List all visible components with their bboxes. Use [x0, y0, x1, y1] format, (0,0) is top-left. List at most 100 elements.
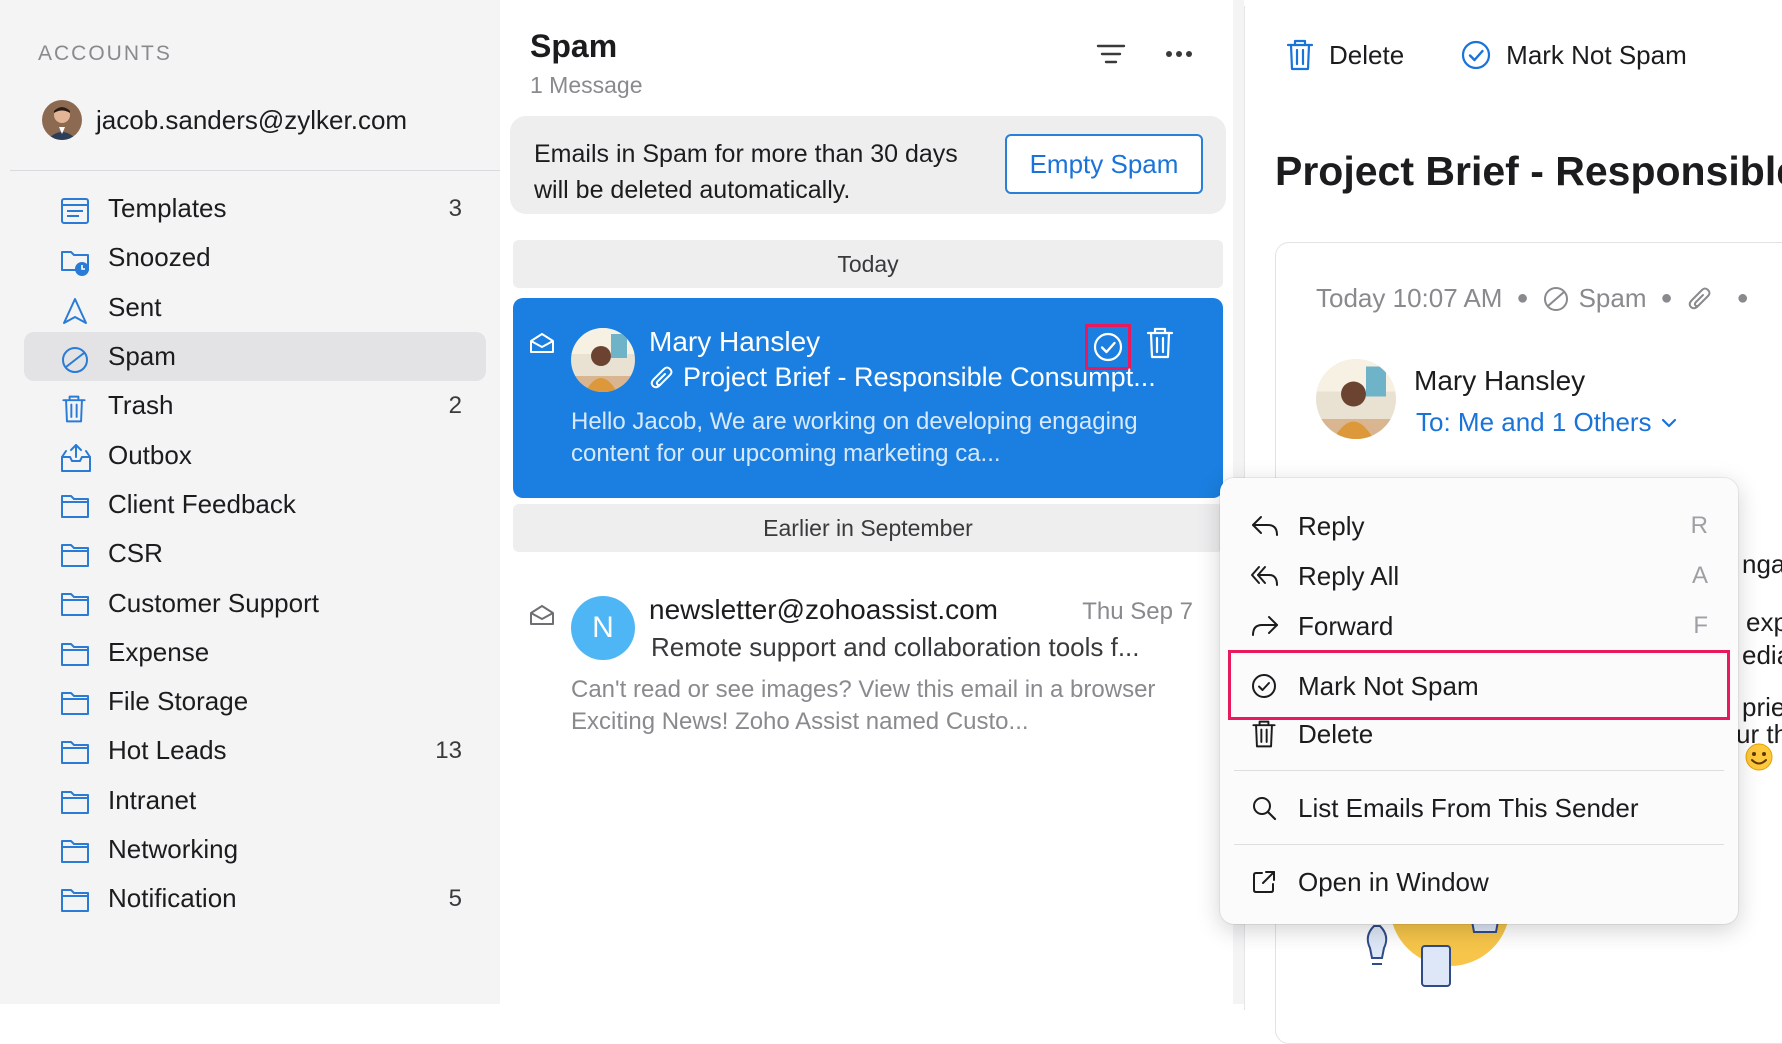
- check-circle-icon: [1460, 39, 1492, 71]
- sidebar-item-outbox[interactable]: Outbox: [24, 430, 486, 479]
- sidebar-item-sent[interactable]: Sent: [24, 283, 486, 332]
- sidebar-item-label: Snoozed: [108, 242, 211, 273]
- sidebar-item-client-feedback[interactable]: Client Feedback: [24, 480, 486, 529]
- account-switcher[interactable]: jacob.sanders@zylker.com: [42, 100, 407, 140]
- sidebar-item-snoozed[interactable]: Snoozed: [24, 233, 486, 282]
- sidebar-item-label: File Storage: [108, 686, 249, 717]
- body-text-fragment: edia: [1742, 640, 1782, 670]
- menu-divider: [1234, 844, 1724, 845]
- folder-icon: [60, 641, 90, 667]
- sidebar-item-hot-leads[interactable]: Hot Leads 13: [24, 726, 486, 775]
- external-link-icon: [1250, 868, 1278, 896]
- menu-item-forward[interactable]: Forward F: [1220, 600, 1738, 652]
- sidebar-item-label: Expense: [108, 636, 210, 667]
- recipients-toggle[interactable]: To: Me and 1 Others: [1416, 407, 1678, 438]
- divider: [10, 170, 500, 171]
- accounts-heading: ACCOUNTS: [38, 42, 172, 65]
- message-list-panel: Spam 1 Message Emails in Spam for more t…: [500, 6, 1233, 1010]
- sidebar-item-expense[interactable]: Expense: [24, 628, 486, 677]
- filter-icon[interactable]: [1096, 42, 1126, 66]
- folder-icon: [60, 838, 90, 864]
- page-title: Spam: [530, 28, 618, 64]
- sent-icon: [60, 296, 90, 326]
- sidebar-item-label: Client Feedback: [108, 488, 296, 519]
- sidebar-item-label: Trash: [108, 390, 174, 421]
- menu-item-reply-all[interactable]: Reply All A: [1220, 550, 1738, 602]
- notice-text: Emails in Spam for more than 30 days wil…: [534, 140, 958, 204]
- sidebar-item-label: CSR: [108, 538, 163, 569]
- menu-label: Reply All: [1298, 560, 1400, 591]
- email-subject: Project Brief - Responsible C: [1275, 148, 1782, 194]
- menu-shortcut: F: [1693, 612, 1708, 639]
- unread-count: 13: [435, 736, 462, 764]
- sidebar-item-label: Customer Support: [108, 587, 319, 618]
- sender-name: newsletter@zohoassist.com: [649, 594, 999, 625]
- sidebar-item-label: Intranet: [108, 784, 197, 815]
- menu-item-reply[interactable]: Reply R: [1220, 500, 1738, 552]
- sidebar-item-trash[interactable]: Trash 2: [24, 381, 486, 430]
- sidebar-item-file-storage[interactable]: File Storage: [24, 677, 486, 726]
- sidebar-item-label: Spam: [108, 341, 176, 372]
- sidebar-item-label: Outbox: [108, 439, 192, 470]
- trash-icon[interactable]: [1145, 326, 1175, 360]
- sidebar-item-templates[interactable]: Templates 3: [24, 184, 486, 233]
- mark-not-spam-toolbar-button[interactable]: Mark Not Spam: [1460, 39, 1687, 71]
- menu-label: Open in Window: [1298, 866, 1489, 897]
- avatar: [571, 328, 635, 392]
- folder-icon: [60, 887, 90, 913]
- delete-button[interactable]: Delete: [1285, 38, 1404, 72]
- snooze-icon: [60, 246, 92, 278]
- body-text-fragment: exp: [1746, 607, 1782, 637]
- sidebar-item-notification[interactable]: Notification 5: [24, 874, 486, 923]
- unread-count: 2: [448, 391, 462, 419]
- menu-item-mark-not-spam[interactable]: Mark Not Spam: [1220, 660, 1738, 712]
- sidebar-item-intranet[interactable]: Intranet: [24, 776, 486, 825]
- menu-label: Mark Not Spam: [1298, 670, 1479, 701]
- context-menu: Reply R Reply All A Forward F Mark Not S…: [1220, 478, 1738, 924]
- chevron-down-icon: [1660, 417, 1678, 429]
- attachment-icon: [649, 364, 675, 392]
- group-header-today: Today: [513, 240, 1223, 288]
- menu-item-open-window[interactable]: Open in Window: [1220, 856, 1738, 908]
- avatar: N: [571, 596, 635, 660]
- unread-count: 3: [448, 194, 462, 222]
- attachment-icon[interactable]: [1687, 285, 1713, 313]
- sidebar-item-spam[interactable]: Spam: [24, 331, 486, 382]
- more-icon[interactable]: [1164, 42, 1194, 66]
- menu-item-list-sender[interactable]: List Emails From This Sender: [1220, 782, 1738, 834]
- sidebar-item-customer-support[interactable]: Customer Support: [24, 578, 486, 627]
- folder-icon: [60, 789, 90, 815]
- folder-icon: [60, 591, 90, 617]
- sidebar-item-csr[interactable]: CSR: [24, 529, 486, 578]
- trash-icon: [1285, 38, 1315, 72]
- empty-spam-button[interactable]: Empty Spam: [1005, 134, 1203, 194]
- envelope-open-icon[interactable]: [529, 604, 555, 626]
- outbox-icon: [60, 443, 92, 473]
- avatar: [42, 100, 82, 140]
- trash-icon: [60, 394, 88, 424]
- message-time: Today 10:07 AM: [1316, 283, 1503, 313]
- forward-icon: [1250, 613, 1280, 639]
- reply-all-icon: [1250, 563, 1280, 589]
- sender-name: Mary Hansley: [649, 326, 821, 357]
- sidebar-item-networking[interactable]: Networking: [24, 825, 486, 874]
- search-icon: [1250, 794, 1278, 822]
- sidebar-item-label: Networking: [108, 834, 239, 864]
- envelope-open-icon[interactable]: [529, 332, 555, 354]
- template-icon: [60, 197, 90, 225]
- list-item[interactable]: Mary Hansley Project Brief - Responsible…: [513, 298, 1223, 498]
- account-email: jacob.sanders@zylker.com: [96, 104, 408, 135]
- separator-dot: ●: [1660, 287, 1673, 309]
- list-item[interactable]: N newsletter@zohoassist.com Thu Sep 7 Re…: [513, 566, 1223, 746]
- separator-dot: ●: [1736, 287, 1749, 309]
- sidebar-item-label: Hot Leads: [108, 735, 227, 766]
- menu-label: List Emails From This Sender: [1298, 792, 1639, 823]
- from-name: Mary Hansley: [1414, 365, 1586, 396]
- menu-item-delete[interactable]: Delete: [1220, 708, 1738, 760]
- subject-row: Project Brief - Responsible Consumpt...: [649, 362, 1156, 393]
- spam-icon: [60, 345, 90, 375]
- preview: Can't read or see images? View this emai…: [571, 676, 1156, 735]
- message-folder: Spam: [1578, 283, 1647, 313]
- subject: Project Brief - Responsible Consumpt...: [683, 362, 1156, 392]
- smile-emoji-icon: [1744, 742, 1774, 772]
